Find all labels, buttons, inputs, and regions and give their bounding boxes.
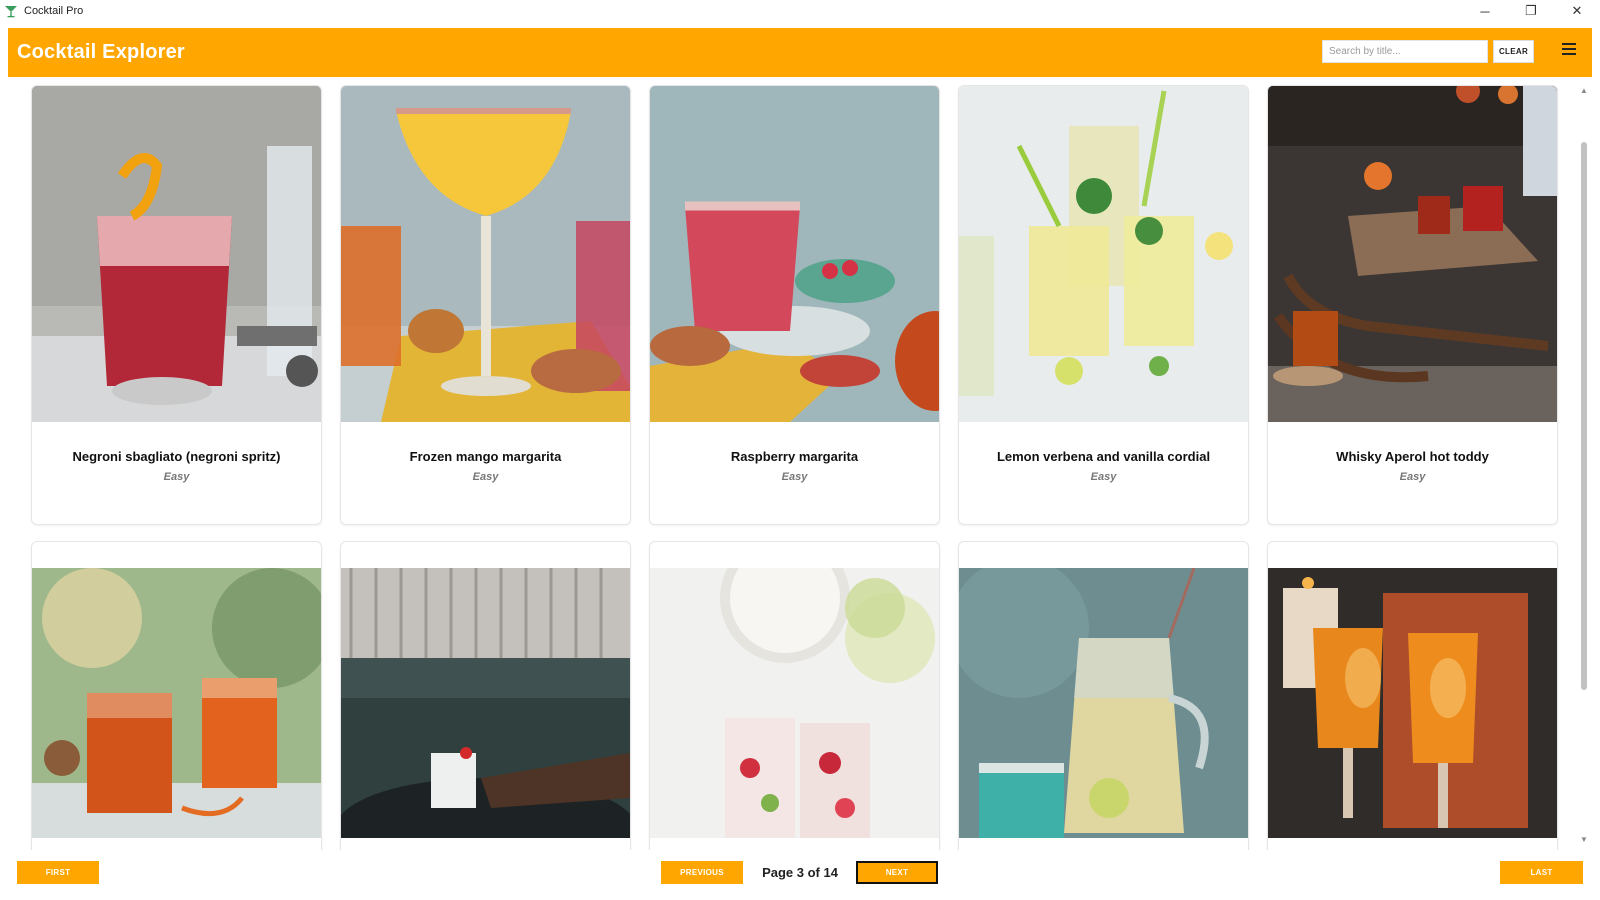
- difficulty-label: Easy: [1399, 471, 1426, 483]
- clear-button[interactable]: CLEAR: [1493, 40, 1534, 63]
- cocktail-grid: Negroni sbagliato (negroni spritz) Easy …: [0, 80, 1578, 850]
- cocktail-title: Frozen mango margarita: [409, 449, 562, 464]
- cocktail-card[interactable]: [958, 541, 1249, 850]
- cocktail-photo: [32, 568, 321, 838]
- close-button[interactable]: ✕: [1554, 0, 1600, 22]
- cocktail-title: Whisky Aperol hot toddy: [1336, 449, 1489, 464]
- cocktail-card[interactable]: Raspberry margarita Easy: [649, 85, 940, 525]
- restore-button[interactable]: ❐: [1508, 0, 1554, 22]
- app-header: Cocktail Explorer CLEAR: [8, 28, 1592, 77]
- last-page-button[interactable]: LAST: [1500, 861, 1583, 884]
- difficulty-label: Easy: [781, 471, 808, 483]
- cocktail-card[interactable]: Lemon verbena and vanilla cordial Easy: [958, 85, 1249, 525]
- cocktail-card[interactable]: [1267, 541, 1558, 850]
- cocktail-card[interactable]: Frozen mango margarita Easy: [340, 85, 631, 525]
- cocktail-photo: [650, 86, 939, 422]
- scroll-down-arrow-icon[interactable]: ▼: [1580, 835, 1588, 844]
- cocktail-card[interactable]: [31, 541, 322, 850]
- cocktail-title: Lemon verbena and vanilla cordial: [996, 449, 1211, 464]
- next-page-button[interactable]: NEXT: [856, 861, 938, 884]
- cocktail-photo: [959, 86, 1248, 422]
- cocktail-photo: [32, 86, 321, 422]
- difficulty-label: Easy: [472, 471, 499, 483]
- cocktail-card[interactable]: [649, 541, 940, 850]
- vertical-scrollbar[interactable]: ▲ ▼: [1578, 80, 1590, 850]
- search-input[interactable]: [1322, 40, 1488, 63]
- cocktail-card[interactable]: Negroni sbagliato (negroni spritz) Easy: [31, 85, 322, 525]
- difficulty-label: Easy: [1090, 471, 1117, 483]
- cocktail-photo: [1268, 568, 1557, 838]
- cocktail-photo: [959, 568, 1248, 838]
- first-page-button[interactable]: FIRST: [17, 861, 99, 884]
- cocktail-card[interactable]: Whisky Aperol hot toddy Easy: [1267, 85, 1558, 525]
- minimize-button[interactable]: ─: [1462, 0, 1508, 22]
- cocktail-photo: [341, 568, 630, 838]
- cocktail-photo: [1268, 86, 1557, 422]
- difficulty-label: Easy: [163, 471, 190, 483]
- window-title: Cocktail Pro: [24, 5, 84, 17]
- page-indicator: Page 3 of 14: [762, 865, 838, 880]
- app-title: Cocktail Explorer: [17, 41, 185, 63]
- scroll-up-arrow-icon[interactable]: ▲: [1580, 86, 1588, 95]
- cocktail-title: Negroni sbagliato (negroni spritz): [72, 449, 281, 464]
- window-titlebar: Cocktail Pro ─ ❐ ✕: [0, 0, 1600, 22]
- cocktail-card[interactable]: [340, 541, 631, 850]
- hamburger-menu-icon[interactable]: [1562, 43, 1576, 55]
- pagination-bar: FIRST PREVIOUS Page 3 of 14 NEXT LAST: [0, 855, 1600, 900]
- scrollbar-thumb[interactable]: [1581, 142, 1587, 690]
- cocktail-photo: [650, 568, 939, 838]
- cocktail-app-icon: [5, 6, 17, 18]
- cocktail-title: Raspberry margarita: [730, 449, 859, 464]
- cocktail-photo: [341, 86, 630, 422]
- previous-page-button[interactable]: PREVIOUS: [661, 861, 743, 884]
